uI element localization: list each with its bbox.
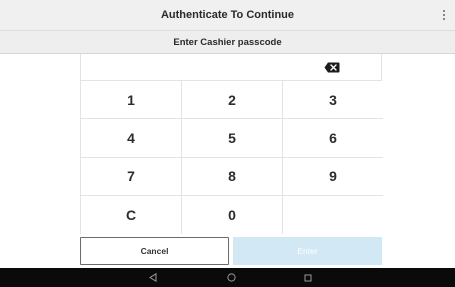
enter-button[interactable]: Enter: [233, 237, 382, 265]
key-clear[interactable]: C: [81, 195, 182, 234]
passcode-field[interactable]: [87, 58, 307, 77]
system-nav-bar: [0, 268, 455, 287]
key-5[interactable]: 5: [182, 119, 283, 158]
key-7[interactable]: 7: [81, 157, 182, 196]
key-6[interactable]: 6: [283, 119, 383, 158]
back-triangle-icon[interactable]: [147, 272, 159, 283]
key-grid: 1 2 3 4 5 6 7 8 9 C 0: [81, 81, 383, 234]
keypad: 1 2 3 4 5 6 7 8 9 C 0: [80, 54, 383, 234]
key-4[interactable]: 4: [81, 119, 182, 158]
passcode-row: [81, 54, 381, 81]
home-circle-icon[interactable]: [225, 272, 237, 283]
prompt-bar: Enter Cashier passcode: [0, 31, 455, 54]
key-8[interactable]: 8: [182, 157, 283, 196]
cancel-button[interactable]: Cancel: [80, 237, 229, 265]
key-0[interactable]: 0: [182, 195, 283, 234]
prompt-label: Enter Cashier passcode: [173, 36, 282, 48]
title-bar: Authenticate To Continue: [0, 0, 455, 31]
key-1[interactable]: 1: [81, 81, 182, 120]
key-2[interactable]: 2: [182, 81, 283, 120]
key-blank: [283, 195, 383, 234]
key-3[interactable]: 3: [283, 81, 383, 120]
key-9[interactable]: 9: [283, 157, 383, 196]
page-title: Authenticate To Continue: [160, 9, 294, 21]
more-vertical-icon[interactable]: [441, 9, 447, 21]
backspace-icon[interactable]: [324, 62, 340, 73]
auth-screen: Authenticate To Continue Enter Cashier p…: [0, 0, 455, 287]
recent-apps-square-icon[interactable]: [302, 272, 314, 283]
